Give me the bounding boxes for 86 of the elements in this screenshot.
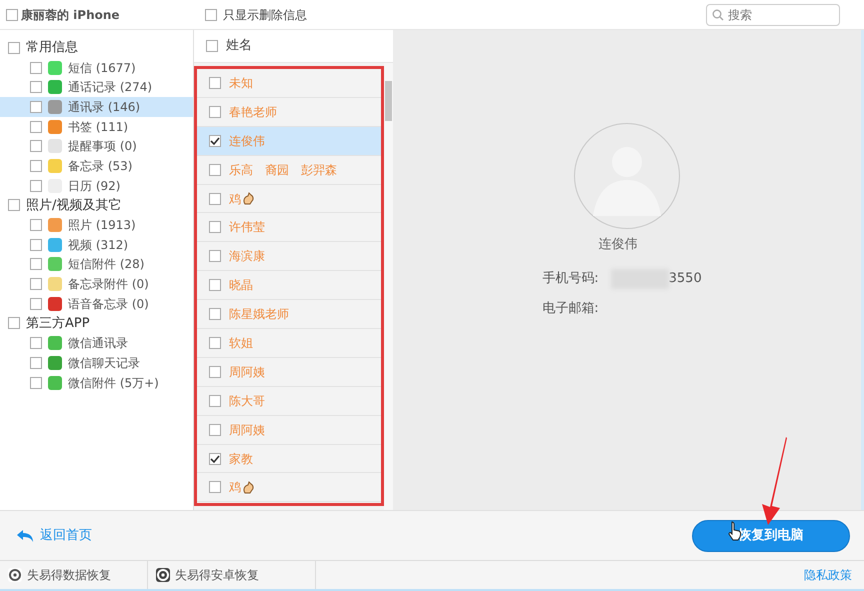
search-icon xyxy=(712,8,724,20)
contact-row[interactable]: 连俊伟 xyxy=(197,126,381,156)
contact-row[interactable]: 海滨康 xyxy=(197,242,381,272)
checkbox[interactable] xyxy=(209,424,221,436)
checkbox[interactable] xyxy=(206,40,218,52)
contact-row[interactable]: 家教 xyxy=(197,444,381,474)
hand-cursor-icon xyxy=(728,521,742,541)
tree-item[interactable]: 语音备忘录 (0) xyxy=(0,294,193,314)
tree-item[interactable]: 微信附件 (5万+) xyxy=(0,372,193,392)
checkbox[interactable] xyxy=(209,279,221,292)
checkbox[interactable] xyxy=(209,221,221,234)
tree-item[interactable]: 日历 (92) xyxy=(0,176,193,196)
checkbox[interactable] xyxy=(209,250,221,262)
checkbox[interactable] xyxy=(209,76,221,89)
checkbox[interactable] xyxy=(209,394,221,407)
checkbox[interactable] xyxy=(30,219,42,232)
tree-item[interactable]: 短信附件 (28) xyxy=(0,254,193,274)
tree-item[interactable]: 微信聊天记录 xyxy=(0,353,193,373)
checkbox[interactable] xyxy=(30,100,42,113)
group-label: 第三方APP xyxy=(26,314,90,333)
checkbox[interactable] xyxy=(30,356,42,369)
contact-row[interactable]: 陈星娥老师 xyxy=(197,300,381,330)
field-value: 3550 xyxy=(668,270,702,288)
checkbox[interactable] xyxy=(30,81,42,94)
checkbox[interactable] xyxy=(209,481,221,494)
filter-label: 只显示删除信息 xyxy=(223,6,307,24)
contact-row[interactable]: 许伟莹 xyxy=(197,213,381,242)
back-arrow-icon xyxy=(16,528,34,542)
privacy-link[interactable]: 隐私政策 xyxy=(804,566,852,584)
checkbox[interactable] xyxy=(30,238,42,251)
contact-row[interactable]: 鸡 xyxy=(197,184,381,214)
contact-row[interactable]: 陈大哥 xyxy=(197,386,381,416)
tree-item[interactable]: 备忘录附件 (0) xyxy=(0,274,193,294)
tree-item[interactable]: 书签 (111) xyxy=(0,116,193,136)
contact-row[interactable]: 晓晶 xyxy=(197,271,381,300)
app-link[interactable]: 失易得数据恢复 xyxy=(0,561,148,589)
checkbox[interactable] xyxy=(30,62,42,74)
checkbox[interactable] xyxy=(30,298,42,310)
tree-item[interactable]: 提醒事项 (0) xyxy=(0,136,193,156)
checkbox[interactable] xyxy=(6,8,18,20)
checkbox[interactable] xyxy=(30,376,42,389)
checkbox[interactable] xyxy=(209,366,221,378)
checkbox[interactable] xyxy=(30,337,42,350)
group-label: 照片/视频及其它 xyxy=(26,196,122,215)
checkbox[interactable] xyxy=(205,8,217,20)
contact-row[interactable]: 周阿姨 xyxy=(197,358,381,387)
checkbox[interactable] xyxy=(209,106,221,118)
field-label: 手机号码: xyxy=(542,270,599,288)
contact-name: 连俊伟 xyxy=(598,236,638,254)
checkbox[interactable] xyxy=(209,336,221,349)
checkbox[interactable] xyxy=(8,317,20,330)
tree-item[interactable]: 微信通讯录 xyxy=(0,333,193,353)
device-name: 康丽蓉的 iPhone xyxy=(21,6,120,24)
checkbox[interactable] xyxy=(209,192,221,204)
app-link[interactable]: 失易得安卓恢复 xyxy=(148,561,316,589)
contact-row[interactable]: 鸡 xyxy=(197,473,381,502)
field-label: 电子邮箱: xyxy=(542,300,599,318)
checkbox[interactable] xyxy=(8,42,20,54)
checkbox[interactable] xyxy=(30,278,42,290)
contact-row[interactable]: 软姐 xyxy=(197,329,381,358)
checkbox[interactable] xyxy=(209,134,221,147)
contact-row[interactable]: 乐高 裔园 彭羿森 xyxy=(197,156,381,185)
back-link[interactable]: 返回首页 xyxy=(16,526,92,546)
search-field[interactable]: 搜索 xyxy=(706,4,840,26)
group-label: 常用信息 xyxy=(26,39,78,58)
checkbox[interactable] xyxy=(30,180,42,192)
checkbox[interactable] xyxy=(209,308,221,320)
checkbox[interactable] xyxy=(30,160,42,172)
tree-item[interactable]: 备忘录 (53) xyxy=(0,156,193,176)
checkbox[interactable] xyxy=(30,120,42,133)
column-header: 姓名 xyxy=(226,37,252,56)
checkbox[interactable] xyxy=(8,199,20,212)
tree-item[interactable]: 视频 (312) xyxy=(0,234,193,255)
app-logo-icon xyxy=(8,568,22,582)
checkbox[interactable] xyxy=(209,452,221,465)
app-logo-icon xyxy=(156,568,170,582)
scrollbar[interactable] xyxy=(384,63,393,510)
checkbox[interactable] xyxy=(209,164,221,176)
checkbox[interactable] xyxy=(30,140,42,152)
tree-item[interactable]: 通讯录 (146) xyxy=(0,97,193,117)
tree-item[interactable]: 短信 (1677) xyxy=(0,58,193,78)
tree-item[interactable]: 通话记录 (274) xyxy=(0,77,193,98)
tree-item[interactable]: 照片 (1913) xyxy=(0,215,193,235)
contact-row[interactable]: 周阿姨 xyxy=(197,416,381,445)
contact-row[interactable]: 未知 xyxy=(197,69,381,98)
checkbox[interactable] xyxy=(30,258,42,270)
